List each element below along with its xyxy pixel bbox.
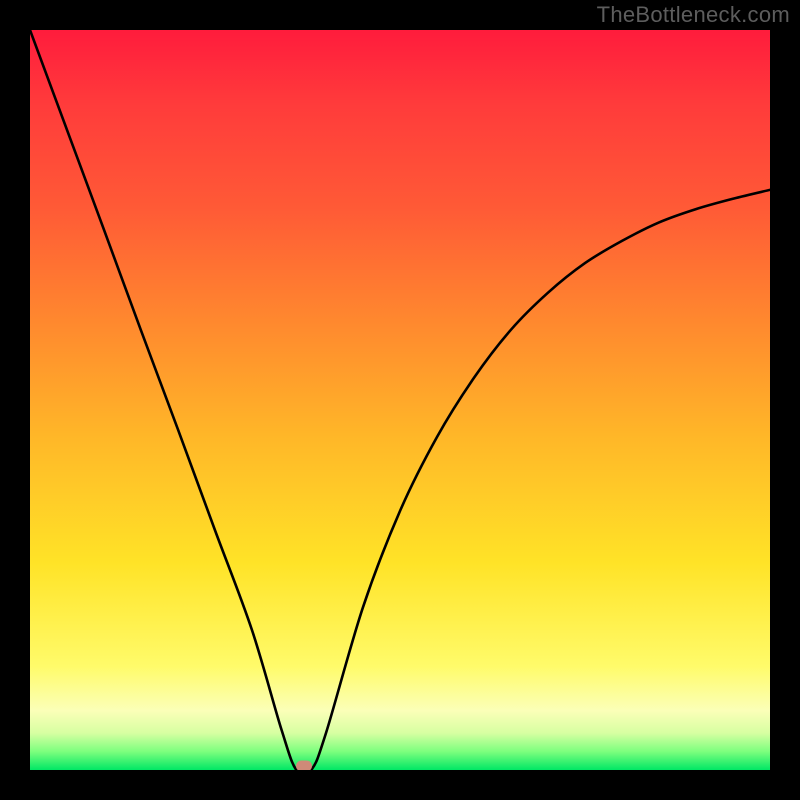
curve-minimum-marker [296,761,312,771]
curve-layer [30,30,770,770]
plot-area [30,30,770,770]
watermark-text: TheBottleneck.com [597,2,790,28]
main-curve [30,30,770,770]
chart-frame: TheBottleneck.com [0,0,800,800]
